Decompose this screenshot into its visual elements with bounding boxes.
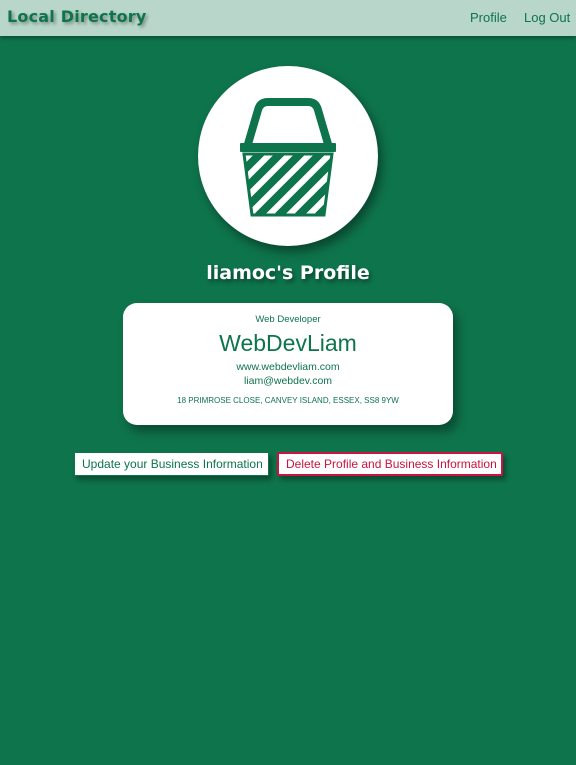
update-business-button[interactable]: Update your Business Information [74,452,269,476]
navbar: Local Directory Profile Log Out [0,0,576,36]
delete-profile-button[interactable]: Delete Profile and Business Information [277,452,503,476]
nav-logout-link[interactable]: Log Out [524,10,570,25]
nav-profile-link[interactable]: Profile [470,10,507,25]
business-category: Web Developer [255,314,321,325]
page-title: liamoc's Profile [206,262,370,284]
business-website: www.webdevliam.com [236,361,340,373]
business-address: 18 PRIMROSE CLOSE, CANVEY ISLAND, ESSEX,… [177,396,399,405]
business-card: Web Developer WebDevLiam www.webdevliam.… [123,303,453,425]
basket-icon [240,98,336,217]
business-email: liam@webdev.com [243,375,333,387]
avatar [198,66,378,246]
brand-logo[interactable]: Local Directory [7,7,146,26]
business-name: WebDevLiam [219,330,357,356]
